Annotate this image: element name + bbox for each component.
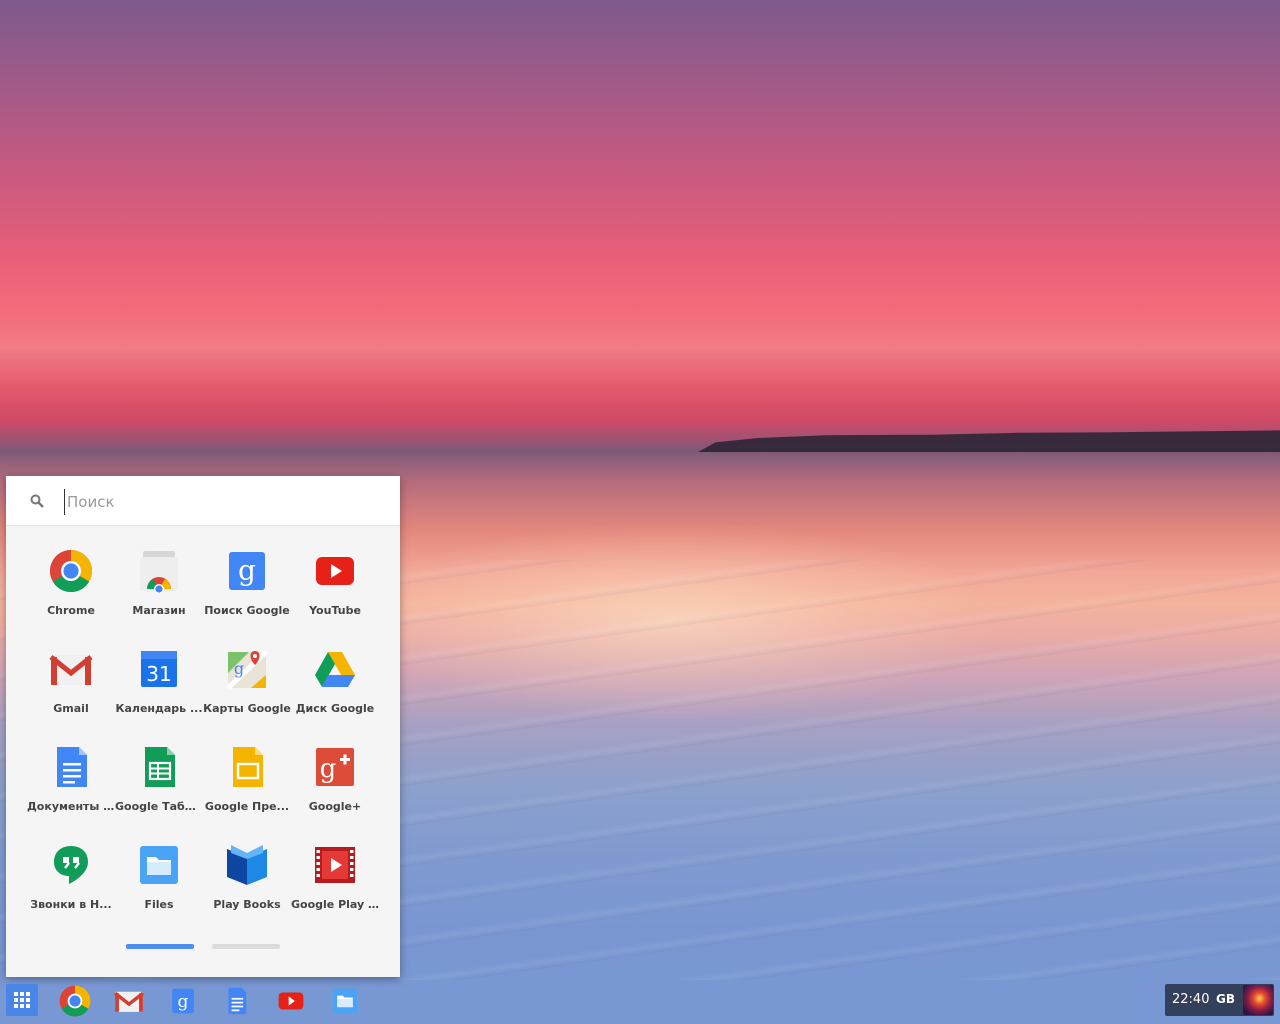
web-store-icon: [140, 551, 178, 593]
docs-icon: [57, 747, 87, 787]
youtube-icon: [316, 557, 354, 585]
app-youtube[interactable]: YouTube: [291, 549, 379, 639]
search-input[interactable]: [64, 489, 379, 515]
status-tray[interactable]: 22:40 GB: [1165, 984, 1274, 1016]
app-slides[interactable]: Google Пре...: [203, 745, 291, 835]
sheets-icon: [145, 747, 175, 787]
play-movies-icon: [315, 847, 355, 883]
app-label: Магазин: [132, 604, 186, 617]
calendar-day: 31: [146, 662, 171, 686]
shelf: g: [0, 979, 1280, 1024]
files-icon: [332, 988, 358, 1014]
gmail-icon: [49, 655, 93, 685]
hangouts-icon: [54, 846, 88, 884]
keyboard-layout-indicator: GB: [1216, 992, 1235, 1006]
app-hangouts[interactable]: Звонки в Н...: [27, 843, 115, 933]
chrome-icon: [49, 550, 93, 593]
app-launcher-icon: [6, 984, 38, 1016]
docs-icon: [228, 987, 247, 1015]
app-label: Gmail: [53, 702, 89, 715]
svg-text:g: g: [238, 554, 256, 587]
app-sheets[interactable]: Google Табл...: [115, 745, 203, 835]
app-label: Google+: [308, 800, 362, 813]
app-label: Google Табл...: [115, 800, 203, 813]
app-play-books[interactable]: Play Books: [203, 843, 291, 933]
app-label: Карты Google: [203, 702, 291, 715]
page-dot-active[interactable]: [126, 944, 194, 949]
shelf-files[interactable]: [328, 984, 362, 1018]
app-drive[interactable]: Диск Google: [291, 647, 379, 737]
app-launcher: Chrome Магазин g Поиск Google: [6, 476, 400, 977]
app-label: Документы ...: [27, 800, 115, 813]
chrome-icon: [59, 985, 91, 1017]
user-avatar: [1243, 985, 1273, 1015]
maps-icon: g: [226, 650, 268, 690]
app-web-store[interactable]: Магазин: [115, 549, 203, 639]
files-icon: [140, 846, 178, 884]
play-books-icon: [227, 845, 267, 885]
clock: 22:40: [1172, 992, 1210, 1007]
app-label: Диск Google: [295, 702, 375, 715]
svg-text:g: g: [178, 992, 189, 1012]
app-label: Звонки в Н...: [30, 898, 112, 911]
search-icon: [30, 494, 44, 508]
app-label: Chrome: [47, 604, 95, 617]
app-label: Календарь ...: [115, 702, 203, 715]
app-gmail[interactable]: Gmail: [27, 647, 115, 737]
app-label: Play Books: [213, 898, 281, 911]
app-label: YouTube: [309, 604, 361, 617]
drive-icon: [315, 652, 355, 687]
app-chrome[interactable]: Chrome: [27, 549, 115, 639]
wallpaper-island: [698, 430, 1280, 452]
app-google-search[interactable]: g Поиск Google: [203, 549, 291, 639]
page-dot[interactable]: [212, 944, 280, 949]
svg-text:g: g: [320, 754, 337, 784]
app-calendar[interactable]: 31 Календарь ...: [115, 647, 203, 737]
google-search-icon: g: [172, 988, 194, 1014]
slides-icon: [233, 747, 263, 787]
app-docs[interactable]: Документы ...: [27, 745, 115, 835]
app-launcher-button[interactable]: [5, 983, 39, 1017]
app-maps[interactable]: g Карты Google: [203, 647, 291, 737]
app-play-movies[interactable]: Google Play ...: [291, 843, 379, 933]
youtube-icon: [278, 992, 304, 1010]
app-label: Files: [144, 898, 174, 911]
launcher-search-bar: [6, 476, 400, 526]
google-search-icon: g: [229, 552, 265, 590]
gmail-icon: [114, 991, 144, 1012]
shelf-google-search[interactable]: g: [166, 984, 200, 1018]
app-label: Поиск Google: [204, 604, 290, 617]
svg-text:g: g: [234, 659, 244, 678]
shelf-chrome[interactable]: [58, 984, 92, 1018]
app-files[interactable]: Files: [115, 843, 203, 933]
calendar-icon: 31: [141, 651, 177, 687]
app-label: Google Пре...: [204, 800, 290, 813]
google-plus-icon: g: [316, 748, 354, 786]
shelf-docs[interactable]: [220, 984, 254, 1018]
shelf-gmail[interactable]: [112, 984, 146, 1018]
app-label: Google Play ...: [291, 898, 379, 911]
app-google-plus[interactable]: g Google+: [291, 745, 379, 835]
shelf-youtube[interactable]: [274, 984, 308, 1018]
